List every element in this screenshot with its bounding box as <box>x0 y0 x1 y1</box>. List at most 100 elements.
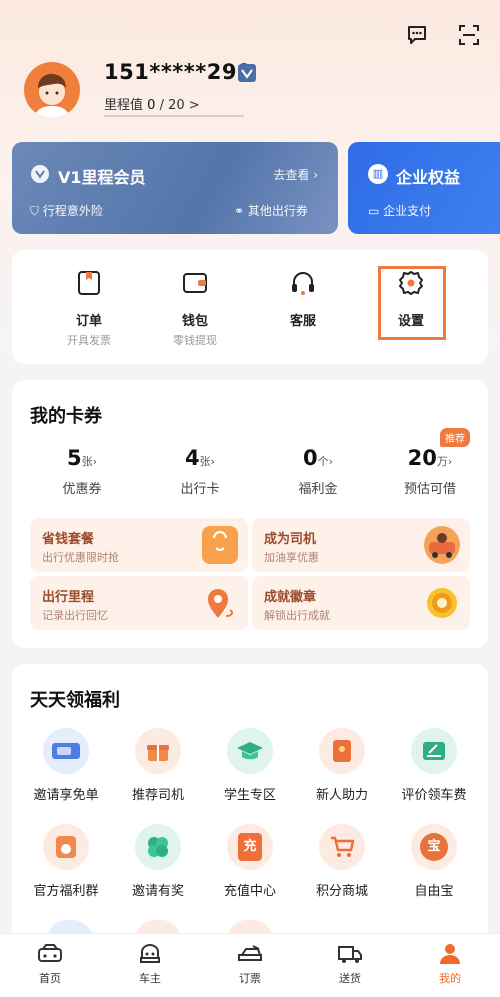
support-button[interactable]: 客服 <box>258 268 348 329</box>
recharge-icon: 充 <box>227 824 273 870</box>
order-icon <box>74 268 104 298</box>
enterprise-card[interactable]: ▥ 企业权益 ▭ 企业支付 <box>348 142 500 234</box>
bicycle-icon: ⚭ <box>234 204 245 218</box>
message-icon[interactable] <box>404 22 430 48</box>
chevron-right-icon: › <box>328 455 334 468</box>
promo-travel-mileage[interactable]: 出行里程 记录出行回忆 <box>30 576 248 630</box>
welfare-free-treasure[interactable]: 宝 自由宝 <box>388 824 480 899</box>
gift-icon <box>135 728 181 774</box>
welfare-newbie-boost[interactable]: 新人助力 <box>296 728 388 803</box>
chevron-right-icon: › <box>92 455 98 468</box>
benefit-coupons: ⚭ 其他出行券 <box>234 202 308 219</box>
welfare-invite-free[interactable]: 邀请享免单 <box>20 728 112 803</box>
promo-become-driver[interactable]: 成为司机 加油享优惠 <box>252 518 470 572</box>
mileage-label: 里程值 <box>104 98 144 113</box>
stat-coupons-unit: 张 <box>81 455 93 468</box>
treasure-icon: 宝 <box>411 824 457 870</box>
stat-credit-num: 20 <box>407 446 437 470</box>
scan-icon[interactable] <box>456 22 482 48</box>
stat-coupons[interactable]: 5张› 优惠券 <box>42 446 122 497</box>
support-label: 客服 <box>289 314 316 329</box>
stat-travel-cards[interactable]: 4张› 出行卡 <box>160 446 240 497</box>
welfare-label: 评价领车费 <box>401 788 467 803</box>
benefit-enterprise-pay-label: 企业支付 <box>383 204 432 218</box>
welfare-recharge-center[interactable]: 充 充值中心 <box>204 824 296 899</box>
order-button[interactable]: 订单 开具发票 <box>44 268 134 348</box>
profile-icon <box>437 942 463 966</box>
medal-icon <box>424 584 460 622</box>
promo-savings-package[interactable]: 省钱套餐 出行优惠限时抢 <box>30 518 248 572</box>
tab-car-owner[interactable]: 车主 <box>100 942 200 986</box>
enterprise-card-title: 企业权益 <box>396 168 461 187</box>
tab-delivery[interactable]: 送货 <box>300 942 400 986</box>
promo-sub: 解锁出行成就 <box>264 609 330 622</box>
recharge-glyph: 充 <box>238 833 262 861</box>
section-title: 我的卡券 <box>30 406 102 427</box>
welfare-invite-reward[interactable]: 邀请有奖 <box>112 824 204 899</box>
stat-credit[interactable]: 20万› 预估可借 <box>388 446 472 497</box>
promo-achievement-badges[interactable]: 成就徽章 解锁出行成就 <box>252 576 470 630</box>
user-phone: 151*****299 <box>104 60 253 84</box>
stat-welfare-gold[interactable]: 0个› 福利金 <box>278 446 358 497</box>
chat-group-icon <box>43 824 89 870</box>
wallet-icon <box>180 268 210 298</box>
shield-icon: ⛉ <box>30 204 40 218</box>
map-pin-icon <box>202 584 238 622</box>
train-ticket-icon <box>237 942 263 966</box>
wallet-button[interactable]: 钱包 零钱提现 <box>150 268 240 348</box>
welfare-label: 邀请享免单 <box>33 788 99 803</box>
stat-welfare-gold-num: 0 <box>302 446 318 470</box>
member-card-link[interactable]: 去查看 › <box>273 166 318 183</box>
stat-credit-label: 预估可借 <box>403 482 456 497</box>
v1-badge-icon <box>31 165 49 183</box>
red-envelope-icon <box>319 728 365 774</box>
stat-credit-unit: 万 <box>436 455 448 468</box>
promo-sub: 出行优惠限时抢 <box>42 551 119 564</box>
stat-travel-cards-num: 4 <box>184 446 200 470</box>
promo-title: 成就徽章 <box>264 590 317 605</box>
stat-welfare-gold-unit: 个 <box>317 455 329 468</box>
welfare-points-mall[interactable]: 积分商城 <box>296 824 388 899</box>
order-sub: 开具发票 <box>67 334 111 347</box>
welfare-label: 推荐司机 <box>131 788 184 803</box>
enterprise-icon: ▥ <box>368 164 388 184</box>
tab-tickets[interactable]: 订票 <box>200 942 300 986</box>
mileage-total: / 20 <box>159 98 185 113</box>
mileage-value: 0 <box>147 98 156 113</box>
member-card[interactable]: V1里程会员 去查看 › ⛉ 行程意外险 ⚭ 其他出行券 <box>12 142 338 234</box>
section-title: 天天领福利 <box>30 690 120 711</box>
top-actions <box>404 22 482 48</box>
welfare-label: 官方福利群 <box>33 884 99 899</box>
welfare-review-fare[interactable]: 评价领车费 <box>388 728 480 803</box>
benefit-insurance: ⛉ 行程意外险 <box>30 202 103 219</box>
truck-icon <box>337 942 363 966</box>
review-icon <box>411 728 457 774</box>
my-cards-section: 我的卡券 推荐 5张› 优惠券 4张› 出行卡 0个› 福利金 20万› 预估可… <box>12 380 488 648</box>
tab-mine[interactable]: 我的 <box>400 942 500 986</box>
tab-label: 首页 <box>39 972 61 985</box>
wallet-sub: 零钱提现 <box>173 334 217 347</box>
welfare-label: 积分商城 <box>315 884 368 899</box>
member-card-title: V1里程会员 <box>58 168 146 187</box>
welfare-official-group[interactable]: 官方福利群 <box>20 824 112 899</box>
welfare-recommend-driver[interactable]: 推荐司机 <box>112 728 204 803</box>
welfare-student-zone[interactable]: 学生专区 <box>204 728 296 803</box>
chevron-right-icon: > <box>188 98 200 113</box>
cart-icon <box>319 824 365 870</box>
promo-sub: 记录出行回忆 <box>42 609 108 622</box>
promo-sub: 加油享优惠 <box>264 551 319 564</box>
stat-travel-cards-label: 出行卡 <box>180 482 220 497</box>
welfare-label: 邀请有奖 <box>131 884 184 899</box>
benefit-enterprise-pay: ▭ 企业支付 <box>368 202 431 219</box>
bottom-tab-bar: 首页 车主 订票 送货 我的 <box>0 933 500 997</box>
chevron-right-icon: › <box>210 455 216 468</box>
daily-welfare-section: 天天领福利 邀请享免单 推荐司机 学生专区 新人助力 评价领车费 官方福利群 邀… <box>12 664 488 964</box>
order-label: 订单 <box>75 314 102 329</box>
mileage-link[interactable]: 里程值 0 / 20 > <box>104 94 200 113</box>
promo-title: 出行里程 <box>42 590 95 605</box>
member-card-link-label: 去查看 <box>273 168 310 182</box>
tab-home[interactable]: 首页 <box>0 942 100 986</box>
settings-highlight <box>378 266 446 340</box>
clover-icon <box>135 824 181 870</box>
avatar[interactable] <box>24 62 80 118</box>
